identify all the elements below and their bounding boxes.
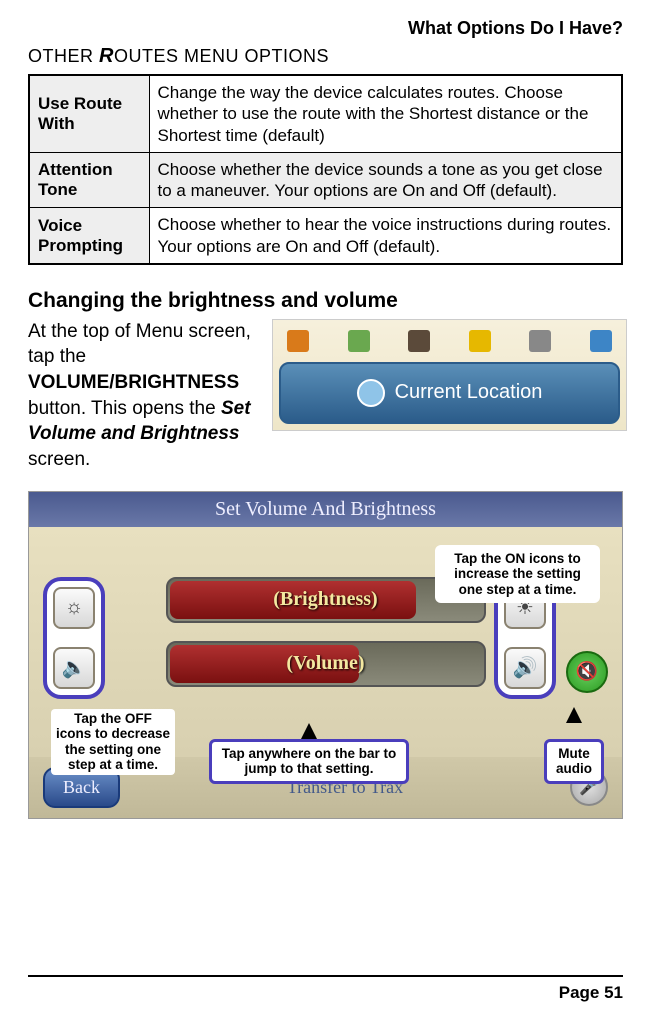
map-icon[interactable] — [348, 330, 370, 352]
option-desc: Choose whether the device sounds a tone … — [149, 152, 622, 208]
mute-audio-button[interactable]: 🔇 — [566, 651, 608, 693]
mute-callout: Mute audio — [544, 739, 604, 784]
heading-part: OUTES — [114, 46, 179, 66]
option-label: Attention Tone — [29, 152, 149, 208]
table-row: Attention Tone Choose whether the device… — [29, 152, 622, 208]
settings-icon[interactable] — [287, 330, 309, 352]
changing-brightness-heading: Changing the brightness and volume — [28, 289, 623, 313]
heading-part: R — [99, 45, 114, 67]
current-location-label: Current Location — [395, 381, 543, 404]
current-location-button[interactable]: Current Location — [279, 362, 620, 424]
volume-down-icon[interactable]: 🔈 — [53, 647, 95, 689]
intro-paragraph: At the top of Menu screen, tap the VOLUM… — [28, 319, 258, 473]
volume-brightness-label: VOLUME/BRIGHTNESS — [28, 372, 239, 393]
volume-bar-label: (Volume) — [286, 652, 364, 675]
page-footer: Page 51 — [28, 975, 623, 1003]
option-label: Use Route With — [29, 75, 149, 152]
route-icon[interactable] — [408, 330, 430, 352]
current-location-graphic: Current Location — [272, 319, 627, 431]
table-row: Voice Prompting Choose whether to hear t… — [29, 208, 622, 264]
callout-text: Tap the OFF icons to decrease the settin… — [51, 709, 175, 775]
off-icons-callout: Tap the OFF icons to decrease the settin… — [43, 705, 183, 779]
on-icons-callout: Tap the ON icons to increase the setting… — [435, 545, 600, 604]
brightness-bar-label: (Brightness) — [273, 588, 377, 611]
info-icon[interactable] — [529, 330, 551, 352]
set-volume-brightness-screenshot: Set Volume And Brightness Tap the ON ico… — [28, 491, 623, 819]
heading-part: THER — [43, 46, 94, 66]
arrow-icon — [566, 707, 582, 723]
page-number: Page 51 — [559, 983, 623, 1002]
routes-options-table: Use Route With Change the way the device… — [28, 74, 623, 265]
callout-text: Tap the ON icons to increase the setting… — [443, 549, 592, 600]
text: button. This opens the — [28, 398, 221, 419]
location-dot-icon — [357, 379, 385, 407]
option-desc: Change the way the device calculates rou… — [149, 75, 622, 152]
decrease-icons-group: ☼ 🔈 — [43, 577, 105, 699]
option-desc: Choose whether to hear the voice instruc… — [149, 208, 622, 264]
page-header-title: What Options Do I Have? — [28, 18, 623, 39]
text: At the top of Menu screen, tap the — [28, 321, 251, 368]
volume-brightness-icon[interactable] — [590, 330, 612, 352]
bar-tap-callout: Tap anywhere on the bar to jump to that … — [209, 739, 409, 784]
other-routes-heading: OTHER ROUTES MENU OPTIONS — [28, 45, 623, 68]
volume-up-icon[interactable]: 🔊 — [504, 647, 546, 689]
volume-bar[interactable]: (Volume) — [166, 641, 486, 687]
text: screen. — [28, 449, 90, 470]
screen-title: Set Volume And Brightness — [29, 492, 622, 527]
heading-part: O — [28, 46, 43, 66]
heading-part: MENU OPTIONS — [179, 46, 330, 66]
arrow-icon — [301, 723, 317, 739]
brightness-down-icon[interactable]: ☼ — [53, 587, 95, 629]
table-row: Use Route With Change the way the device… — [29, 75, 622, 152]
warning-icon[interactable] — [469, 330, 491, 352]
option-label: Voice Prompting — [29, 208, 149, 264]
toolbar-icons — [279, 326, 620, 362]
